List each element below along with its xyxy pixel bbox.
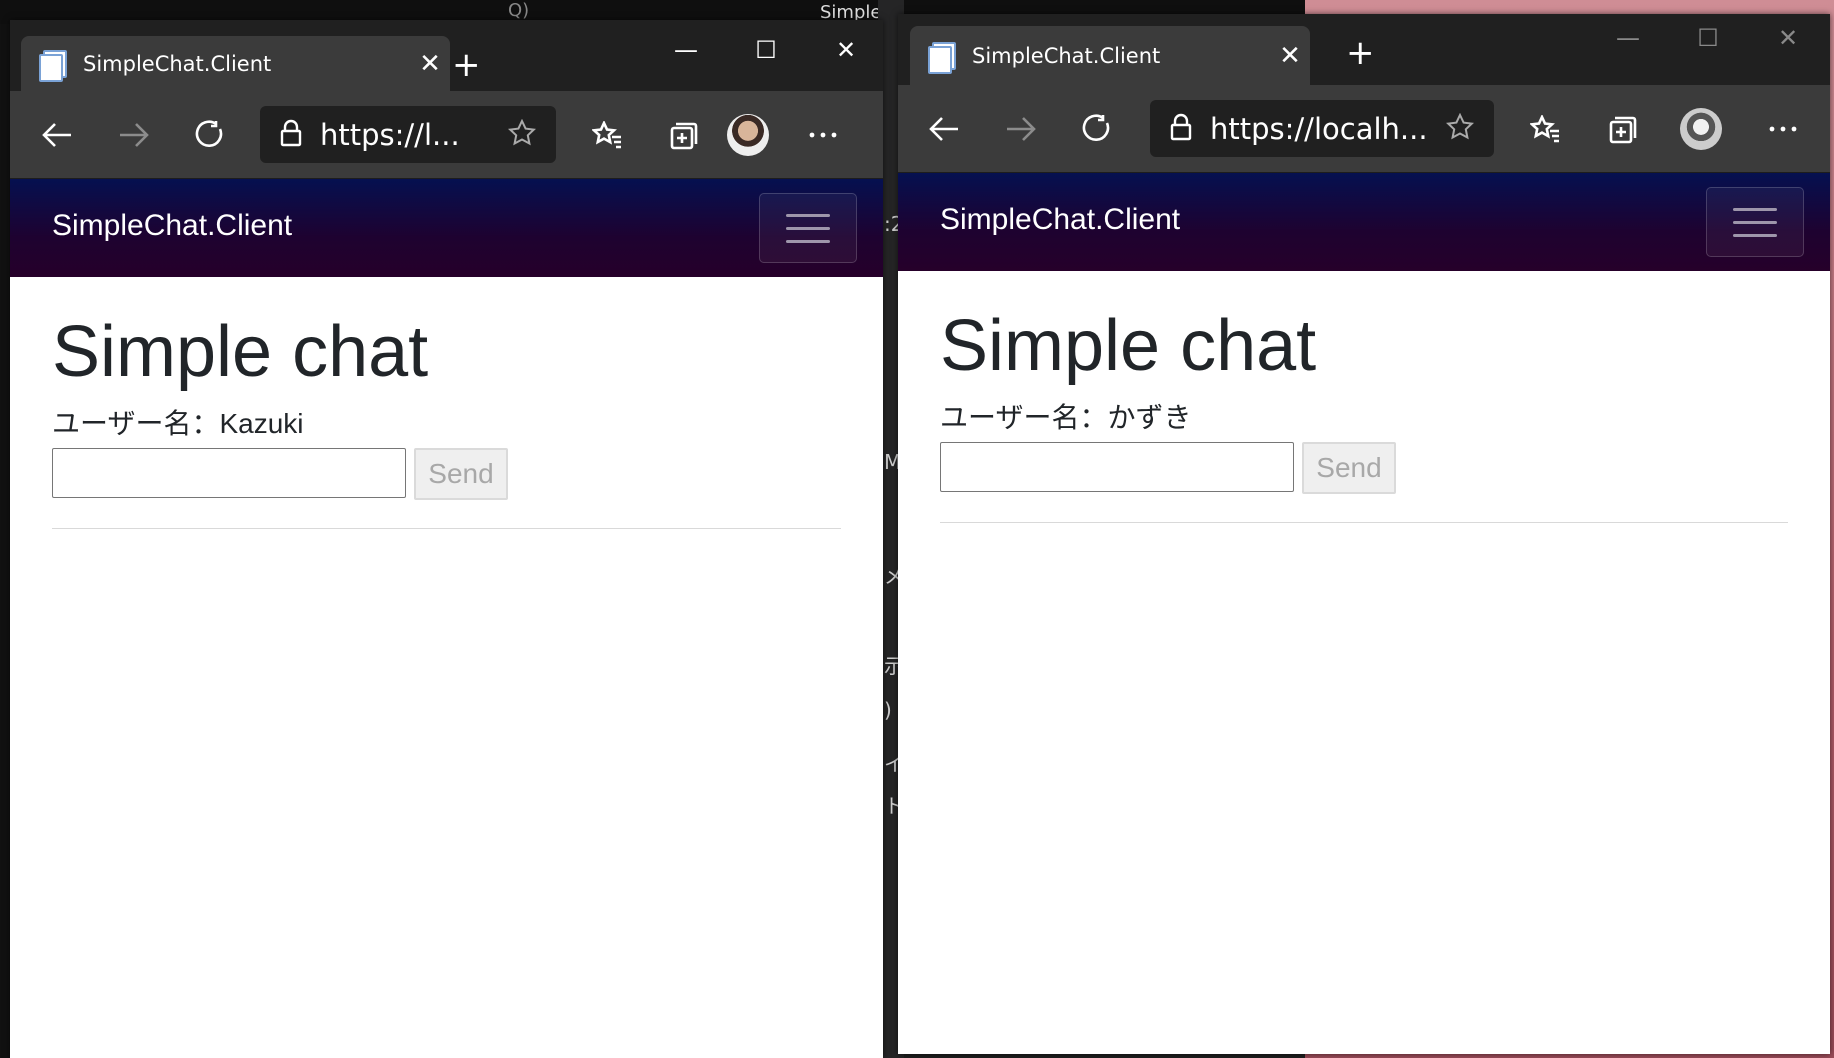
user-name-label: ユーザー名：かずき [940, 402, 1192, 433]
hamburger-icon[interactable] [759, 193, 857, 263]
tab-bar: SimpleChat.Client ✕ + — ☐ ✕ [10, 20, 883, 91]
star-icon[interactable] [507, 118, 556, 151]
arrow-left-icon[interactable] [27, 91, 87, 178]
minimize-icon[interactable]: — [646, 36, 726, 64]
page-icon [39, 49, 67, 82]
hamburger-icon[interactable] [1706, 187, 1804, 257]
more-icon[interactable] [793, 91, 853, 178]
arrow-right-icon[interactable] [991, 85, 1051, 172]
browser-window-1: SimpleChat.Client ✕ + — ☐ ✕ https://l... [10, 20, 883, 1058]
star-icon[interactable] [1445, 112, 1494, 145]
lock-icon[interactable] [280, 119, 320, 151]
more-icon[interactable] [1753, 85, 1813, 172]
background-search-text: Q) [508, 0, 530, 21]
url-text: https://l... [320, 117, 460, 152]
tab-title: SimpleChat.Client [972, 43, 1161, 68]
refresh-icon[interactable] [1067, 85, 1127, 172]
app-navbar: SimpleChat.Client [10, 179, 883, 277]
close-window-icon[interactable]: ✕ [806, 36, 886, 64]
message-input[interactable] [52, 448, 406, 498]
refresh-icon[interactable] [180, 91, 240, 178]
close-icon[interactable]: ✕ [1270, 41, 1310, 71]
profile-avatar[interactable] [1680, 108, 1722, 150]
address-bar[interactable]: https://localh... [1150, 100, 1494, 157]
browser-tab[interactable]: SimpleChat.Client ✕ [910, 26, 1310, 85]
close-window-icon[interactable]: ✕ [1748, 24, 1828, 52]
navbar-brand[interactable]: SimpleChat.Client [52, 209, 292, 243]
favorites-list-icon[interactable] [1515, 85, 1575, 172]
browser-toolbar: https://l... [10, 91, 883, 179]
divider [52, 528, 841, 529]
collections-icon[interactable] [653, 91, 713, 178]
address-bar[interactable]: https://l... [260, 106, 556, 163]
arrow-left-icon[interactable] [914, 85, 974, 172]
favorites-list-icon[interactable] [577, 91, 637, 178]
plus-icon[interactable]: + [452, 48, 481, 82]
page-title: Simple chat [52, 312, 429, 392]
user-name-label: ユーザー名：Kazuki [52, 408, 304, 439]
tab-title: SimpleChat.Client [83, 51, 272, 76]
maximize-icon[interactable]: ☐ [726, 36, 806, 64]
profile-avatar[interactable] [727, 114, 769, 156]
message-form: Send [940, 442, 1788, 494]
plus-icon[interactable]: + [1346, 36, 1375, 70]
desktop-background [0, 0, 10, 1058]
page-content: Simple chat ユーザー名：Kazuki Send [10, 312, 883, 529]
browser-toolbar: https://localh... [898, 85, 1830, 173]
lock-icon[interactable] [1170, 113, 1210, 145]
minimize-icon[interactable]: — [1588, 24, 1668, 52]
message-input[interactable] [940, 442, 1294, 492]
app-navbar: SimpleChat.Client [898, 173, 1830, 271]
page-icon [928, 41, 956, 74]
tab-bar: SimpleChat.Client ✕ + — ☐ ✕ [898, 14, 1830, 85]
window-controls: — ☐ ✕ [1588, 24, 1828, 52]
page-title: Simple chat [940, 306, 1317, 386]
page-content: Simple chat ユーザー名：かずき Send [898, 306, 1830, 523]
divider [940, 522, 1788, 523]
url-text: https://localh... [1210, 111, 1428, 146]
collections-icon[interactable] [1592, 85, 1652, 172]
message-form: Send [52, 448, 841, 500]
strip-text: ) [884, 698, 892, 722]
window-controls: — ☐ ✕ [646, 36, 886, 64]
close-icon[interactable]: ✕ [410, 49, 450, 79]
browser-window-2: SimpleChat.Client ✕ + — ☐ ✕ https://loca… [898, 14, 1830, 1054]
maximize-icon[interactable]: ☐ [1668, 24, 1748, 52]
send-button[interactable]: Send [414, 448, 508, 500]
browser-tab[interactable]: SimpleChat.Client ✕ [21, 36, 450, 91]
arrow-right-icon[interactable] [104, 91, 164, 178]
send-button[interactable]: Send [1302, 442, 1396, 494]
navbar-brand[interactable]: SimpleChat.Client [940, 203, 1180, 237]
